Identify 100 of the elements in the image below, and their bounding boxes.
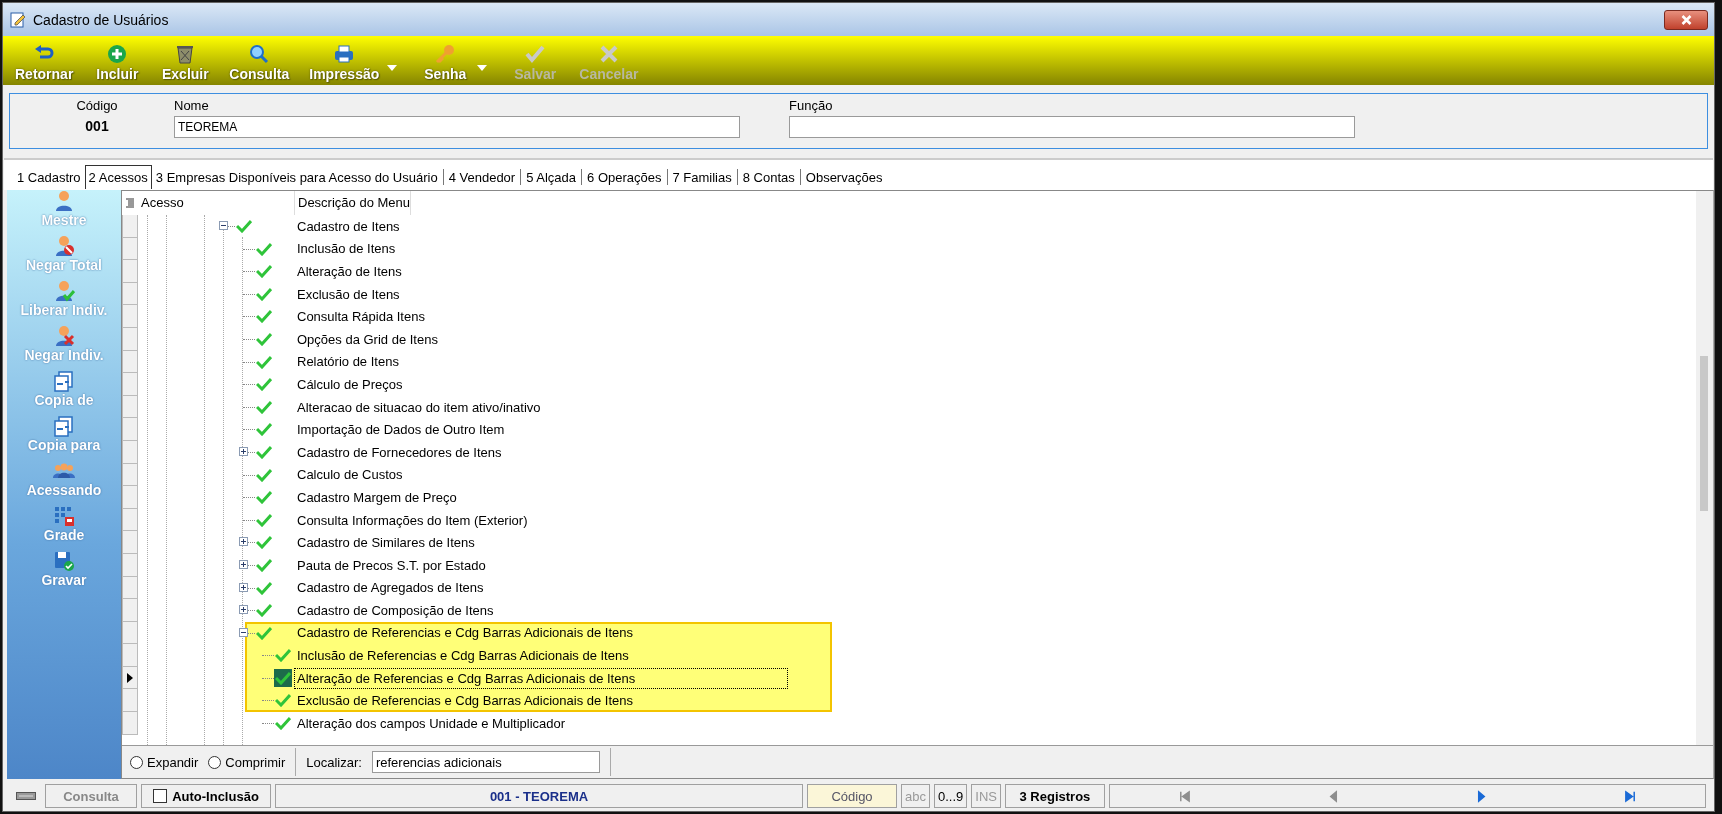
- menu-item-label: Inclusão de Itens: [296, 240, 397, 259]
- access-checkbox[interactable]: [254, 307, 273, 326]
- menu-item-label: Exclusão de Referencias e Cdg Barras Adicionais de Itens: [296, 692, 635, 711]
- mode-indicator: Consulta: [45, 784, 137, 808]
- menu-item-label: Cadastro de Fornecedores de Itens: [296, 443, 503, 462]
- access-checkbox[interactable]: [254, 488, 273, 507]
- menu-item-label: Cadastro de Referencias e Cdg Barras Adicionais de Itens: [296, 624, 635, 643]
- toolbar-button[interactable]: Retornar: [11, 43, 78, 82]
- window-title: Cadastro de Usuários: [33, 11, 169, 28]
- access-checkbox[interactable]: [274, 691, 292, 710]
- menu-item-label: Cadastro de Agregados de Itens: [296, 579, 485, 598]
- tab[interactable]: 4 Vendedor: [444, 165, 520, 189]
- user-check-icon: [53, 280, 75, 302]
- expander-icon[interactable]: [238, 559, 248, 569]
- user-icon: [53, 190, 75, 212]
- caret-icon[interactable]: [387, 65, 398, 71]
- user-blocked-icon: [53, 235, 75, 257]
- caret-icon[interactable]: [477, 65, 488, 71]
- expander-icon[interactable]: [238, 582, 248, 592]
- menu-item-label: Consulta Informações do Item (Exterior): [296, 511, 529, 530]
- expander-icon[interactable]: [219, 221, 228, 230]
- menu-item-label: Exclusão de Itens: [296, 285, 401, 304]
- menu-item-label: Importação de Dados de Outro Item: [296, 421, 506, 440]
- sidebar-button[interactable]: Gravar: [7, 550, 121, 595]
- tab[interactable]: 8 Contas: [738, 165, 799, 189]
- radio-option[interactable]: Comprimir: [208, 754, 286, 770]
- menu-item-label: Consulta Rápida Itens: [296, 308, 426, 327]
- current-row-icon: [127, 672, 133, 683]
- search-field[interactable]: referencias adicionais: [371, 751, 600, 773]
- sidebar-button[interactable]: Copia de: [7, 370, 121, 415]
- expander-icon[interactable]: [238, 605, 248, 615]
- key-icon: [434, 43, 457, 65]
- sidebar-button[interactable]: Acessando: [7, 460, 121, 505]
- name-field[interactable]: TEOREMA: [174, 116, 740, 138]
- menu-item-label: Cadastro Margem de Preço: [296, 488, 458, 507]
- menu-item-label: Alteração de Referencias e Cdg Barras Adicionais de Itens: [295, 668, 787, 688]
- menu-item-label: Cadastro de Composição de Itens: [296, 601, 495, 620]
- menu-item-label: Cálculo de Preços: [296, 375, 404, 394]
- toolbar-button[interactable]: Impressão: [305, 43, 384, 82]
- tab[interactable]: 5 Alçada: [522, 165, 581, 189]
- search-label: Localizar:: [306, 754, 362, 770]
- tab[interactable]: 2 Acessos: [84, 165, 152, 189]
- copy-icon: [53, 370, 75, 392]
- key-indicator: abc: [901, 784, 930, 808]
- menu-item-label: Relatório de Itens: [296, 353, 400, 372]
- tab[interactable]: 1 Cadastro: [13, 165, 85, 189]
- sidebar-button[interactable]: Grade: [7, 505, 121, 550]
- column-header: Acesso: [138, 191, 295, 215]
- expander-icon[interactable]: [238, 537, 248, 547]
- current-record: 001 - TEOREMA: [275, 784, 803, 808]
- search-icon: [248, 43, 271, 65]
- auto-inclusion-checkbox[interactable]: Auto-Inclusão: [141, 784, 271, 808]
- nav-last-icon[interactable]: [1624, 789, 1638, 803]
- tab[interactable]: 3 Empresas Disponíveis para Acesso do Usuário: [151, 165, 442, 189]
- close-icon: [1679, 13, 1693, 26]
- menu-item-label: Alteracao de situacao do item ativo/inativo: [296, 398, 542, 417]
- column-chooser-icon[interactable]: [126, 198, 134, 208]
- expander-icon[interactable]: [238, 627, 248, 637]
- scrollbar-thumb[interactable]: [1700, 356, 1708, 511]
- function-field[interactable]: [789, 116, 1355, 138]
- close-button[interactable]: [1664, 9, 1708, 30]
- user-remove-icon: [53, 325, 75, 347]
- column-header: Descrição do Menu: [295, 191, 411, 215]
- sidebar-button[interactable]: Liberar Indiv.: [7, 280, 121, 325]
- row-selector[interactable]: [122, 666, 138, 690]
- access-checkbox[interactable]: [235, 217, 253, 235]
- toolbar-button[interactable]: Senha: [417, 43, 474, 82]
- tab[interactable]: 7 Familias: [668, 165, 736, 189]
- toolbar-button[interactable]: Excluir: [157, 43, 214, 82]
- expander-icon[interactable]: [238, 446, 248, 456]
- key-indicator: 0...9: [933, 784, 968, 808]
- access-checkbox[interactable]: [274, 646, 292, 665]
- record-count: 3 Registros: [1004, 784, 1105, 808]
- access-checkbox[interactable]: [254, 601, 273, 620]
- toolbar-button[interactable]: Incluir: [89, 43, 146, 82]
- menu-item-label: Alteração de Itens: [296, 263, 403, 281]
- access-checkbox[interactable]: [254, 375, 273, 394]
- access-checkbox[interactable]: [254, 420, 273, 439]
- access-checkbox[interactable]: [254, 533, 273, 552]
- toolbar-button[interactable]: Consulta: [225, 43, 294, 82]
- menu-item-label: Alteração dos campos Unidade e Multiplicador: [296, 714, 567, 733]
- code-value: 001: [85, 118, 109, 134]
- field-label: Código: [76, 98, 118, 113]
- sort-order-button[interactable]: Código: [807, 784, 897, 808]
- tab[interactable]: 6 Operações: [583, 165, 666, 189]
- sidebar-button[interactable]: Negar Indiv.: [7, 325, 121, 370]
- radio-option[interactable]: Expandir: [130, 754, 199, 770]
- key-indicator: INS: [971, 784, 1001, 808]
- save-icon: [53, 550, 75, 572]
- menu-item-label: Inclusão de Referencias e Cdg Barras Adicionais de Itens: [296, 647, 630, 666]
- grid-icon: [53, 505, 75, 527]
- menu-item-label: Pauta de Precos S.T. por Estado: [296, 556, 487, 575]
- app-icon: [9, 10, 27, 29]
- access-checkbox[interactable]: [274, 714, 292, 733]
- menu-item-label: Opções da Grid de Itens: [296, 330, 439, 349]
- sidebar-button[interactable]: Copia para: [7, 415, 121, 460]
- menu-item-label: Cadastro de Similares de Itens: [296, 534, 476, 553]
- tab[interactable]: Observações: [801, 165, 887, 189]
- access-checkbox[interactable]: [254, 262, 273, 281]
- printer-icon: [333, 43, 356, 65]
